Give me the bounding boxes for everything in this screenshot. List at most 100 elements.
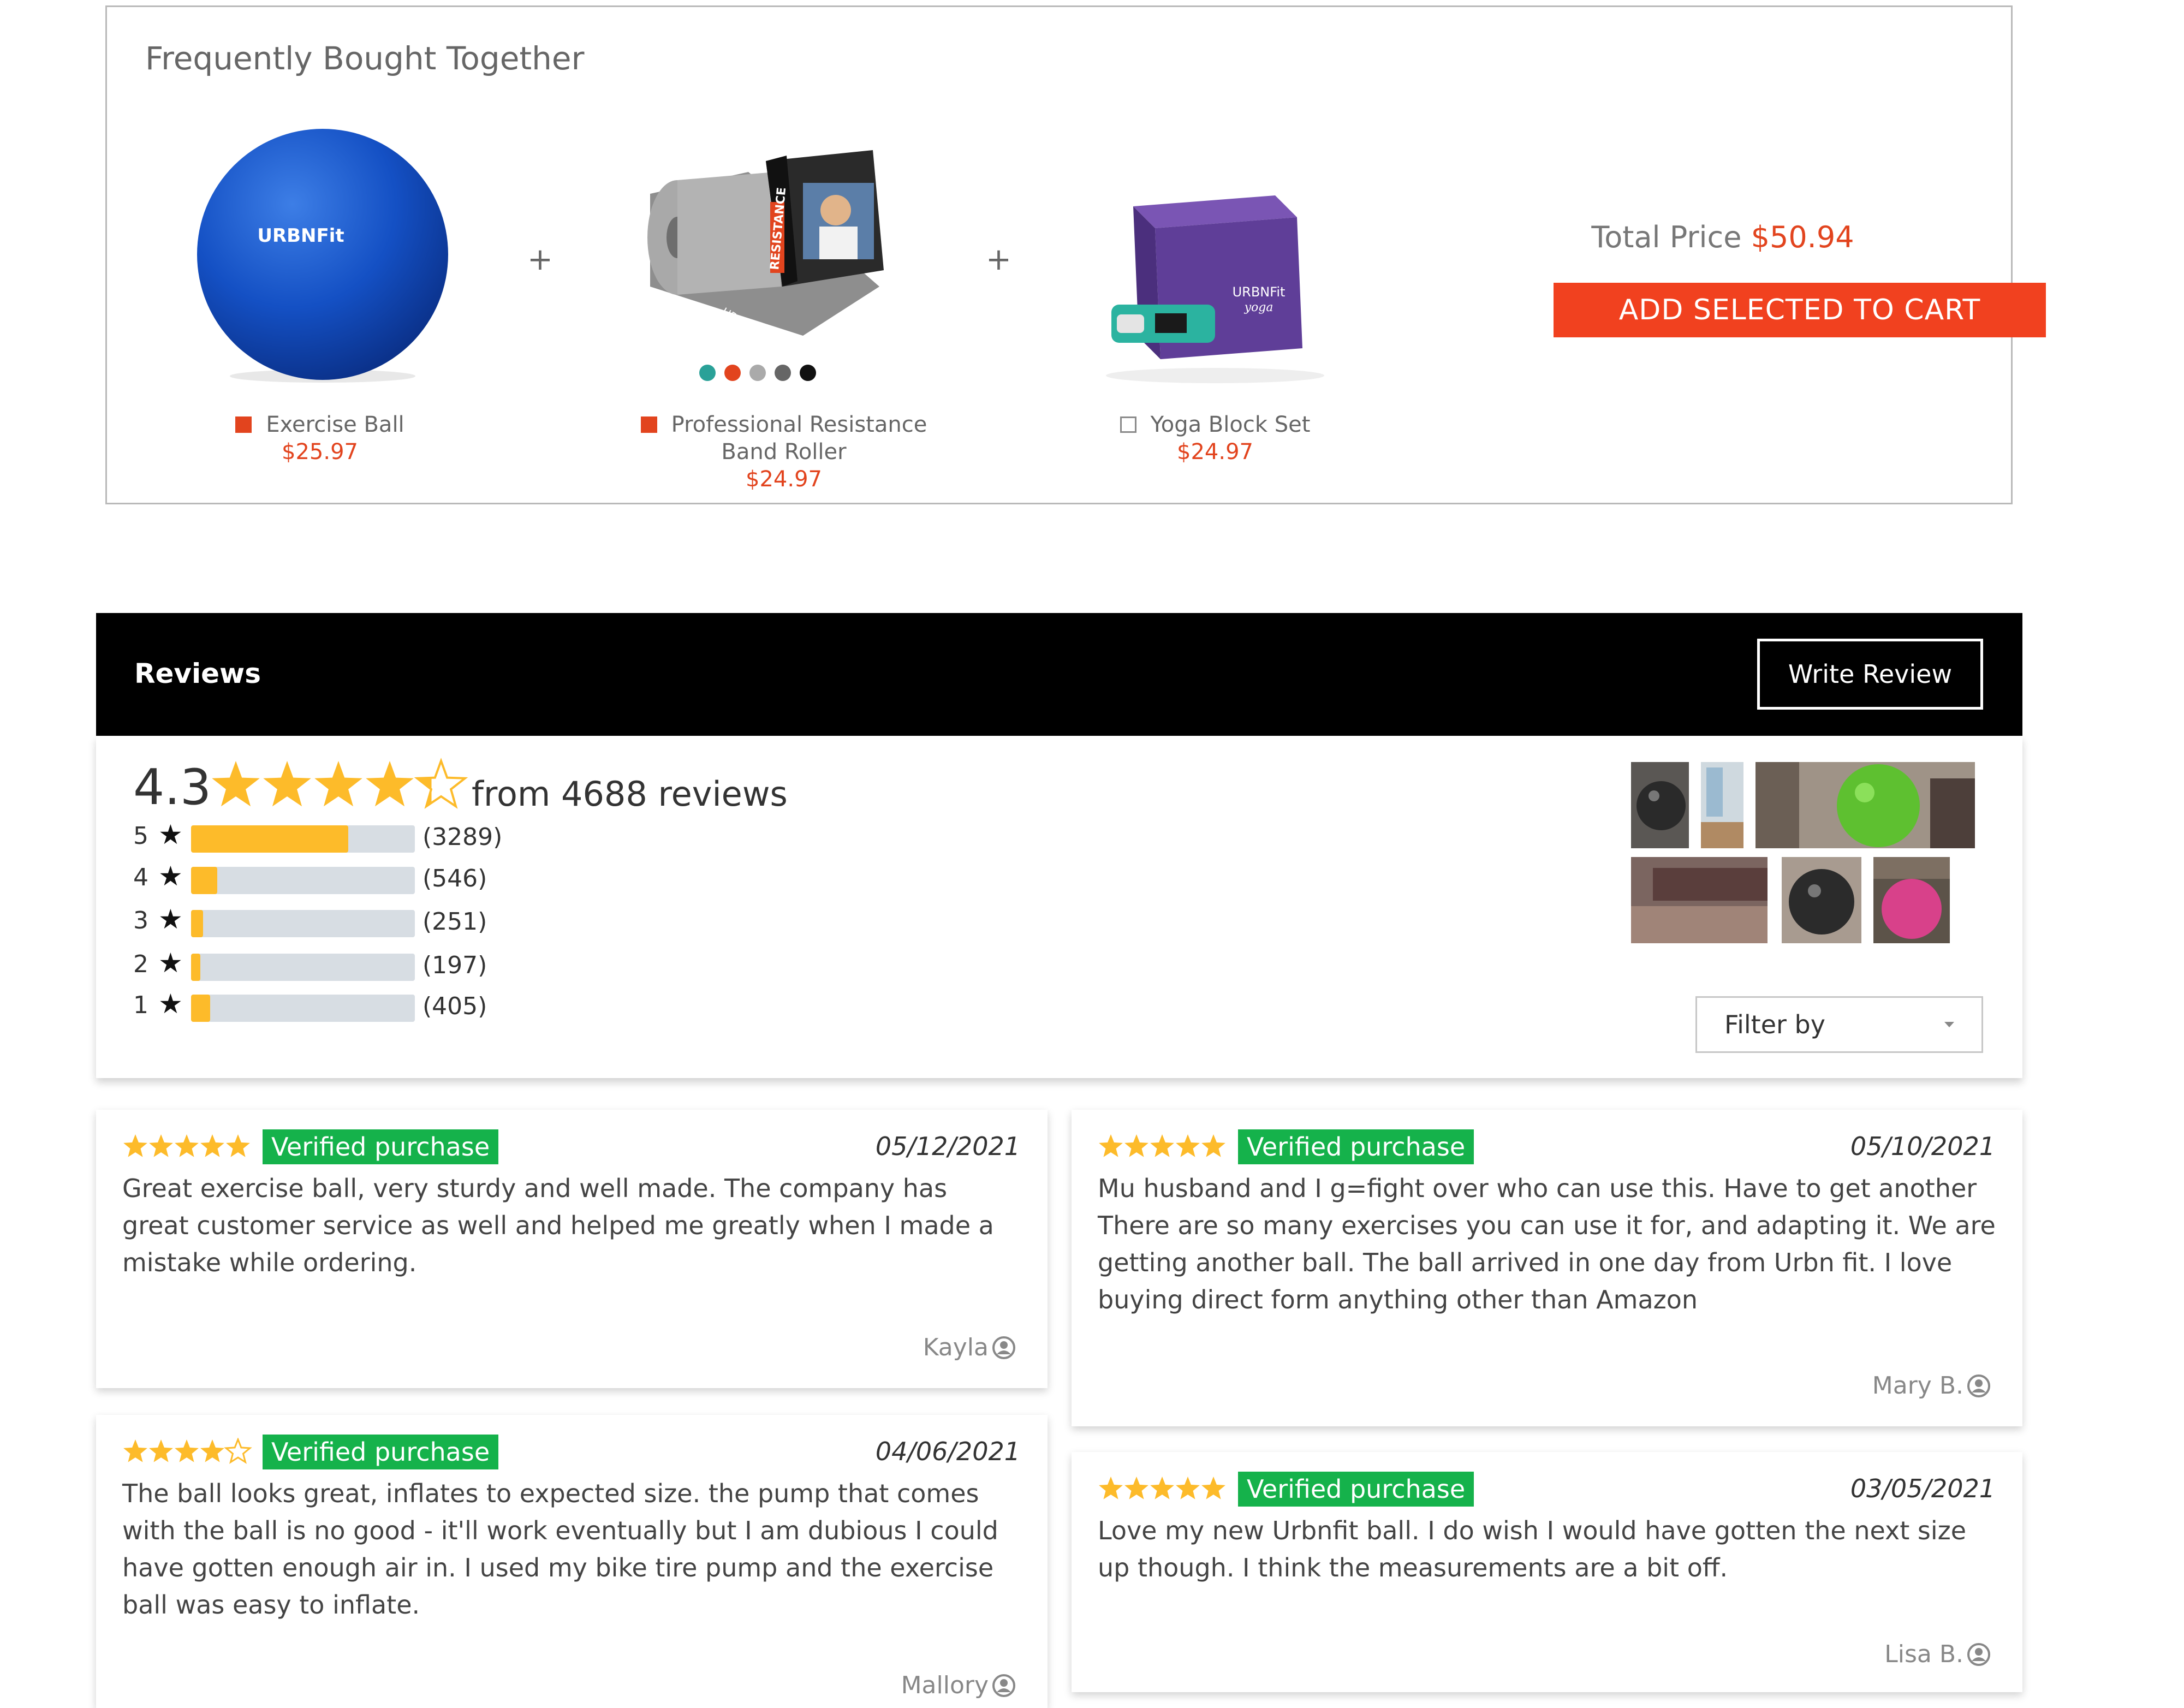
- review-body-line: getting another ball. The ball arrived i…: [1098, 1248, 1953, 1277]
- review-card: Verified purchase 03/05/2021 Love my new U…: [1072, 1452, 2022, 1692]
- user-icon: [992, 1674, 1015, 1697]
- review-photo-thumbnail[interactable]: [1755, 762, 1975, 848]
- star-icon: [123, 1134, 147, 1157]
- review-photo-thumbnail[interactable]: [1631, 762, 1689, 848]
- product-price: $24.97: [746, 467, 822, 492]
- filter-by-dropdown[interactable]: Filter by: [1695, 996, 1983, 1053]
- rating-stars-label: 5: [133, 822, 148, 850]
- review-card: Verified purchase 04/06/2021 The ball look…: [96, 1415, 1048, 1708]
- rating-stars-label: 3: [133, 907, 148, 935]
- rating-row-5[interactable]: 5 ★ (3289): [133, 818, 515, 853]
- rating-row-1[interactable]: 1 ★ (405): [133, 987, 515, 1022]
- review-body-line: have gotten enough air in. I used my bik…: [122, 1553, 994, 1582]
- review-star-rating: [123, 1438, 252, 1464]
- review-star-rating: [1099, 1134, 1225, 1157]
- rating-bar-fill: [191, 954, 201, 981]
- review-author: Lisa B.: [1884, 1640, 1991, 1668]
- review-body-line: great customer service as well and helpe…: [122, 1211, 994, 1240]
- review-count-text: from 4688 reviews: [472, 774, 788, 814]
- review-author-name: Mary B.: [1872, 1372, 1963, 1400]
- plus-icon: +: [527, 242, 553, 277]
- color-swatch[interactable]: [699, 365, 716, 381]
- rating-bar-fill: [191, 995, 211, 1022]
- review-author-name: Lisa B.: [1884, 1640, 1963, 1668]
- review-photo-thumbnail[interactable]: [1873, 857, 1950, 943]
- product-resistance-band: Professional Resistance Band Roller $24.…: [609, 411, 959, 493]
- star-icon: [314, 761, 362, 807]
- user-icon: [1967, 1374, 1990, 1397]
- color-swatch[interactable]: [749, 365, 766, 381]
- review-photo-thumbnail[interactable]: [1631, 857, 1768, 943]
- verified-purchase-badge: Verified purchase: [1238, 1472, 1474, 1507]
- rating-count: (405): [422, 992, 487, 1020]
- star-icon: [1176, 1477, 1200, 1499]
- review-date: 05/12/2021: [875, 1132, 1020, 1161]
- product-name: Professional Resistance: [671, 412, 927, 437]
- review-body-line: There are so many exercises you can use …: [1098, 1211, 1996, 1240]
- star-icon: [224, 1438, 252, 1464]
- reviews-summary: 4.3 from 4688 reviews 5 ★ (3289) 4 ★ (546) 3 ★ (…: [96, 736, 2022, 1078]
- review-photo-thumbnail[interactable]: [1701, 762, 1743, 848]
- verified-purchase-badge: Verified purchase: [1238, 1129, 1474, 1164]
- star-icon: [149, 1134, 173, 1157]
- review-star-rating: [123, 1134, 250, 1157]
- rating-stars-label: 4: [133, 864, 148, 891]
- review-body-line: with the ball is no good - it'll work ev…: [122, 1516, 998, 1545]
- star-icon: [226, 1134, 250, 1157]
- star-icon: [1150, 1477, 1174, 1499]
- rating-row-3[interactable]: 3 ★ (251): [133, 902, 515, 937]
- star-icon: [200, 1134, 224, 1157]
- verified-purchase-badge: Verified purchase: [263, 1435, 499, 1469]
- star-icon: ★: [158, 819, 183, 850]
- star-icon: ★: [158, 860, 183, 892]
- color-swatch[interactable]: [800, 365, 816, 381]
- review-body: Love my new Urbnfit ball. I do wish I wo…: [1098, 1512, 1966, 1586]
- review-author: Kayla: [923, 1334, 1016, 1361]
- review-body-line: mistake while ordering.: [122, 1248, 417, 1277]
- star-icon: [1124, 1477, 1148, 1499]
- product-price: $25.97: [282, 439, 358, 465]
- user-icon: [992, 1336, 1015, 1359]
- review-author-name: Kayla: [923, 1334, 989, 1361]
- star-icon: [1099, 1134, 1123, 1157]
- exercise-ball-checkbox[interactable]: [235, 416, 252, 433]
- exercise-ball-image[interactable]: URBNFit: [192, 126, 454, 388]
- svg-text:URBNFit: URBNFit: [1233, 284, 1286, 300]
- review-date: 03/05/2021: [1850, 1474, 1995, 1503]
- yoga-block-checkbox[interactable]: [1120, 416, 1136, 433]
- yoga-block-image[interactable]: URBNFit yoga: [1095, 141, 1324, 392]
- total-price: Total Price $50.94: [1559, 220, 1887, 254]
- rating-bar-fill: [191, 910, 204, 937]
- rating-count: (251): [422, 908, 487, 936]
- review-body: Great exercise ball, very sturdy and wel…: [122, 1170, 994, 1281]
- review-card: Verified purchase 05/10/2021 Mu husband an…: [1072, 1110, 2022, 1426]
- svg-text:URBNFit: URBNFit: [257, 225, 344, 247]
- rating-stars-label: 1: [133, 991, 148, 1019]
- review-body-line: ball was easy to inflate.: [122, 1590, 420, 1620]
- fbt-title: Frequently Bought Together: [145, 40, 585, 77]
- rating-bar: [191, 910, 415, 937]
- filter-by-label: Filter by: [1724, 1010, 1825, 1039]
- rating-count: (3289): [422, 823, 503, 851]
- color-swatch[interactable]: [724, 365, 741, 381]
- review-body-line: Great exercise ball, very sturdy and wel…: [122, 1174, 948, 1203]
- star-icon: ★: [158, 903, 183, 935]
- product-yoga-block: Yoga Block Set $24.97: [1090, 411, 1341, 466]
- frequently-bought-together-panel: Frequently Bought Together URBNFit + RES…: [105, 5, 2046, 504]
- resistance-band-image[interactable]: RESISTANCE URBNFit: [639, 150, 890, 358]
- reviews-title: Reviews: [134, 658, 261, 689]
- review-star-rating: [1099, 1477, 1225, 1499]
- review-body: The ball looks great, inflates to expect…: [122, 1475, 998, 1623]
- rating-row-4[interactable]: 4 ★ (546): [133, 859, 515, 894]
- review-author: Mallory: [901, 1671, 1016, 1699]
- rating-bar: [191, 995, 415, 1022]
- write-review-button[interactable]: Write Review: [1757, 639, 1983, 710]
- resistance-band-checkbox[interactable]: [640, 416, 657, 433]
- rating-row-2[interactable]: 2 ★ (197): [133, 946, 515, 981]
- review-body-line: Love my new Urbnfit ball. I do wish I wo…: [1098, 1516, 1967, 1545]
- review-body-line: up though. I think the measurements are …: [1098, 1553, 1728, 1582]
- review-photo-thumbnail[interactable]: [1782, 857, 1861, 943]
- color-swatch[interactable]: [775, 365, 791, 381]
- add-selected-to-cart-button[interactable]: ADD SELECTED TO CART: [1554, 283, 2046, 337]
- verified-purchase-badge: Verified purchase: [263, 1129, 499, 1164]
